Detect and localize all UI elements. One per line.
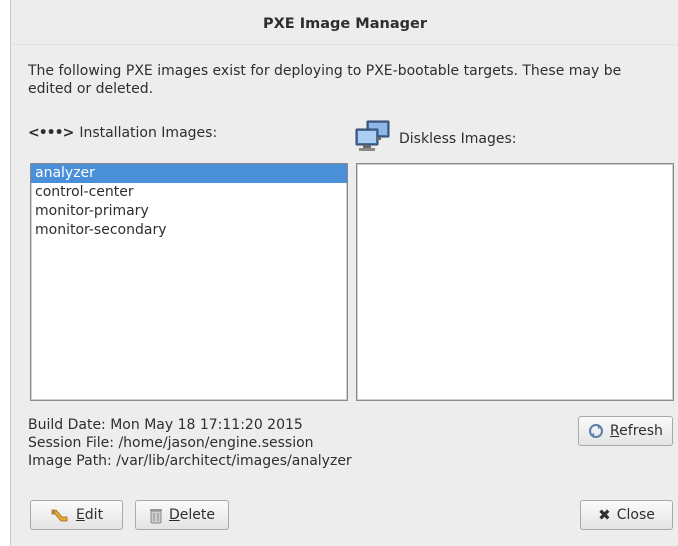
edit-button[interactable]: Edit	[30, 500, 123, 530]
installation-images-label: Installation Images:	[79, 125, 218, 141]
computer-monitor-icon	[355, 120, 390, 151]
close-button[interactable]: ✖ Close	[580, 500, 673, 530]
description-text: The following PXE images exist for deplo…	[28, 63, 622, 97]
refresh-button[interactable]: Refresh	[578, 416, 673, 446]
title-divider	[11, 44, 678, 45]
diskless-images-label: Diskless Images:	[399, 131, 517, 147]
trash-icon	[149, 507, 163, 524]
session-file: Session File: /home/jason/engine.session	[28, 435, 314, 451]
installation-images-header: <•••> Installation Images:	[28, 125, 217, 141]
diskless-images-list[interactable]	[356, 163, 674, 401]
refresh-icon	[588, 423, 604, 439]
image-path: Image Path: /var/lib/architect/images/an…	[28, 453, 352, 469]
build-date: Build Date: Mon May 18 17:11:20 2015	[28, 417, 303, 433]
delete-button[interactable]: Delete	[135, 500, 229, 530]
list-item[interactable]: analyzer	[31, 164, 347, 183]
dialog-title: PXE Image Manager	[263, 16, 427, 32]
wrench-icon	[50, 507, 70, 523]
image-info: Build Date: Mon May 18 17:11:20 2015 Ses…	[28, 416, 352, 470]
list-item[interactable]: control-center	[31, 183, 347, 202]
pxe-image-manager-dialog: PXE Image Manager The following PXE imag…	[10, 0, 678, 546]
network-arrows-icon: <•••>	[28, 125, 74, 141]
list-item[interactable]: monitor-secondary	[31, 221, 347, 240]
list-item[interactable]: monitor-primary	[31, 202, 347, 221]
installation-images-list[interactable]: analyzer control-center monitor-primary …	[30, 163, 348, 401]
close-icon: ✖	[598, 506, 611, 524]
diskless-images-header: Diskless Images:	[353, 120, 517, 153]
